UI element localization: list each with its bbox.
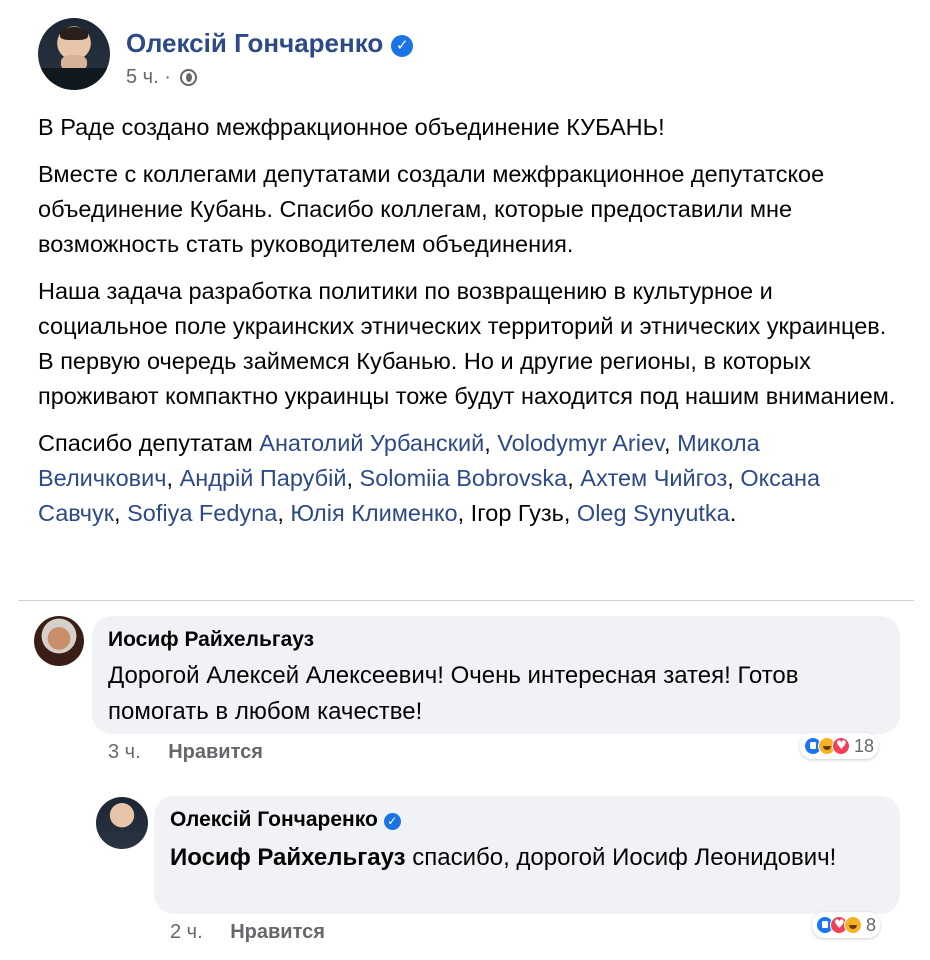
comma: , bbox=[166, 465, 180, 491]
comment-actions: 3 ч. Нравится bbox=[108, 741, 263, 764]
comma: , bbox=[567, 465, 581, 491]
mention-link[interactable]: Анатолий Урбанский bbox=[259, 430, 484, 456]
comma: , bbox=[484, 430, 498, 456]
reply-author-name[interactable]: Олексій Гончаренко bbox=[170, 808, 378, 831]
comma: , bbox=[277, 500, 291, 526]
comma: , bbox=[664, 430, 678, 456]
comment-author[interactable]: Иосиф Райхельгауз bbox=[108, 628, 314, 652]
author-avatar[interactable] bbox=[38, 18, 110, 90]
post-body: В Раде создано межфракционное объединени… bbox=[38, 110, 898, 543]
mention-link[interactable]: Юлія Клименко bbox=[290, 500, 457, 526]
post-author-name[interactable]: Олексій Гончаренко bbox=[126, 28, 383, 58]
comment-time[interactable]: 3 ч. bbox=[108, 741, 141, 763]
post-author[interactable]: Олексій Гончаренко ✓ bbox=[126, 28, 414, 59]
post-paragraph: В Раде создано межфракционное объединени… bbox=[38, 114, 665, 140]
like-button[interactable]: Нравится bbox=[168, 741, 263, 763]
reaction-summary[interactable]: 8 bbox=[812, 912, 881, 938]
comma: , bbox=[727, 465, 741, 491]
reply-time[interactable]: 2 ч. bbox=[170, 921, 203, 943]
mention-link[interactable]: Андрій Парубій bbox=[180, 465, 347, 491]
plain-name: Ігор Гузь bbox=[470, 500, 564, 526]
mention-link[interactable]: Volodymyr Ariev bbox=[497, 430, 664, 456]
mention-link[interactable]: Solomiia Bobrovska bbox=[360, 465, 568, 491]
reply-actions: 2 ч. Нравится bbox=[170, 921, 325, 944]
comma: , bbox=[563, 500, 577, 526]
post-header: Олексій Гончаренко ✓ 5 ч. · bbox=[38, 14, 898, 94]
reply-text: Иосиф Райхельгауз спасибо, дорогой Иосиф… bbox=[170, 840, 890, 876]
post-thanks-paragraph: Спасибо депутатам Анатолий Урбанский, Vo… bbox=[38, 426, 898, 531]
mention-link[interactable]: Oleg Synyutka bbox=[577, 500, 730, 526]
comma: , bbox=[346, 465, 360, 491]
period: . bbox=[729, 500, 737, 526]
comments-divider bbox=[18, 600, 914, 601]
comment-text: Дорогой Алексей Алексеевич! Очень интере… bbox=[108, 662, 799, 725]
reply-author[interactable]: Олексій Гончаренко ✓ bbox=[170, 808, 401, 832]
verified-badge-icon: ✓ bbox=[383, 813, 401, 830]
mention-link[interactable]: Sofiya Fedyna bbox=[127, 500, 277, 526]
globe-icon[interactable] bbox=[180, 69, 198, 86]
reply-author-avatar[interactable] bbox=[96, 797, 148, 849]
love-reaction-icon bbox=[832, 737, 850, 755]
like-button[interactable]: Нравится bbox=[230, 921, 325, 943]
comma: , bbox=[114, 500, 128, 526]
commenter-avatar[interactable] bbox=[34, 616, 84, 666]
comment-bubble: Иосиф Райхельгауз Дорогой Алексей Алексе… bbox=[92, 616, 900, 734]
thanks-prefix: Спасибо депутатам bbox=[38, 430, 260, 456]
mention-link[interactable]: Ахтем Чийгоз bbox=[580, 465, 727, 491]
tagged-user-link[interactable]: Иосиф Райхельгауз bbox=[170, 844, 406, 871]
post-time[interactable]: 5 ч. bbox=[126, 66, 159, 88]
reaction-count: 8 bbox=[866, 914, 877, 935]
post-paragraph: Наша задача разработка политики по возвр… bbox=[38, 278, 896, 409]
meta-separator: · bbox=[164, 66, 171, 88]
reply-message: спасибо, дорогой Иосиф Леонидович! bbox=[405, 844, 837, 871]
verified-badge-icon: ✓ bbox=[391, 35, 414, 57]
post-paragraph: Вместе с коллегами депутатами создали ме… bbox=[38, 161, 825, 257]
reaction-summary[interactable]: 18 bbox=[800, 733, 879, 759]
post-meta: 5 ч. · bbox=[126, 66, 198, 89]
reply-bubble: Олексій Гончаренко ✓ Иосиф Райхельгауз сп… bbox=[154, 796, 900, 914]
reaction-count: 18 bbox=[854, 735, 875, 756]
haha-reaction-icon bbox=[844, 916, 862, 934]
comma: , bbox=[457, 500, 471, 526]
